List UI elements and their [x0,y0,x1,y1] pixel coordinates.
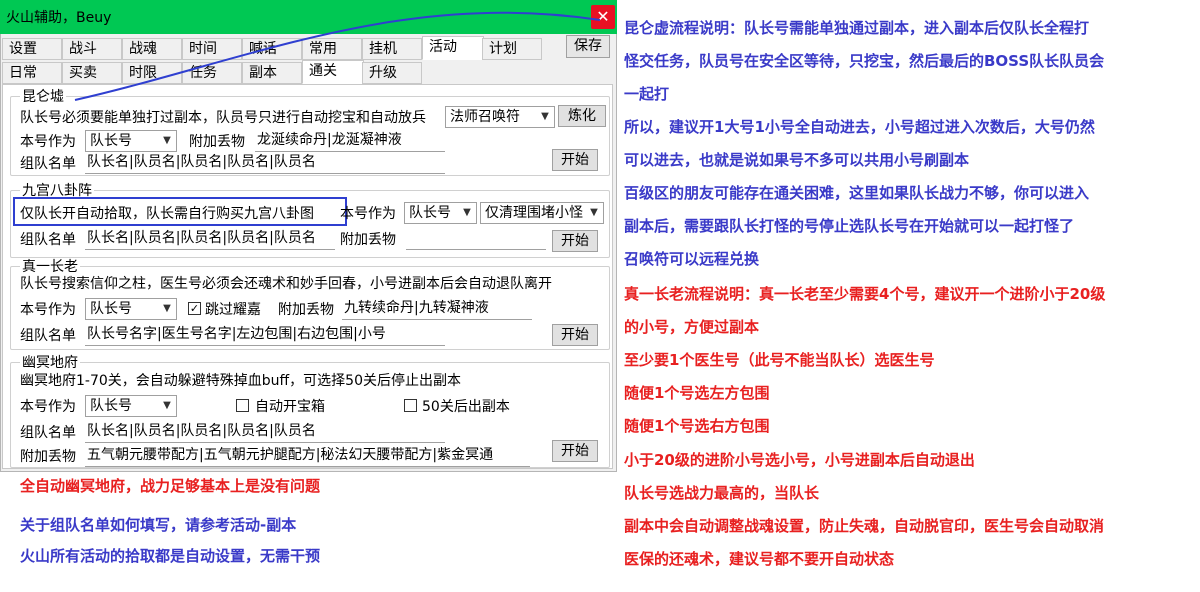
jiugong-role-select[interactable]: 队长号 ▼ [404,202,477,224]
kunlun-extra-field[interactable]: 龙涎续命丹|龙涎凝神液 [255,130,445,152]
youming-extra-label: 附加丢物 [20,449,76,465]
left-note-2: 关于组队名单如何填写，请参考活动-副本 [20,516,297,534]
kunlun-desc: 队长号必须要能单独打过副本，队员号只进行自动挖宝和自动放兵 [20,110,426,126]
left-note-1: 全自动幽冥地府，战力足够基本上是没有问题 [20,477,321,495]
chevron-down-icon: ▼ [160,131,174,151]
annotation-arrow [74,11,601,101]
zhenyi-role-label: 本号作为 [20,302,76,318]
youming-stop50-label: 50关后出副本 [422,399,510,415]
group-label-zhenyi: 真一长老 [20,259,80,275]
right-note-2: 怪交任务，队员号在安全区等待，只挖宝，然后最后的BOSS队长队员会 [624,52,1105,70]
jiugong-start-button[interactable]: 开始 [552,230,598,252]
chevron-down-icon: ▼ [160,396,174,416]
zhenyi-team-field[interactable]: 队长号名字|医生号名字|左边包围|右边包围|小号 [85,324,445,346]
jiugong-team-field[interactable]: 队长名|队员名|队员名|队员名|队员名 [85,228,335,250]
right-note-5: 可以进去，也就是说如果号不多可以共用小号刷副本 [624,151,970,169]
right-note-13: 随便1个号选右方包围 [624,417,770,435]
youming-team-field[interactable]: 队长名|队员名|队员名|队员名|队员名 [85,421,445,443]
annotation-box [13,197,347,226]
left-note-3: 火山所有活动的拾取都是自动设置，无需干预 [20,547,321,565]
jiugong-role-value: 队长号 [409,205,451,221]
youming-auto-chest-label: 自动开宝箱 [255,399,325,415]
group-label-youming: 幽冥地府 [20,355,80,371]
youming-role-value: 队长号 [90,398,132,414]
right-note-1: 昆仑虚流程说明：队长号需能单独通过副本，进入副本后仅队长全程打 [624,19,1090,37]
right-note-14: 小于20级的进阶小号选小号，小号进副本后自动退出 [624,451,975,469]
right-note-8: 召唤符可以远程兑换 [624,250,760,268]
jiugong-mode-value: 仅清理围堵小怪 [485,205,583,221]
youming-start-button[interactable]: 开始 [552,440,598,462]
kunlun-role-select[interactable]: 队长号 ▼ [85,130,177,152]
youming-role-label: 本号作为 [20,399,76,415]
chevron-down-icon: ▼ [160,299,174,319]
zhenyi-extra-field[interactable]: 九转续命丹|九转凝神液 [342,298,532,320]
kunlun-role-label: 本号作为 [20,134,76,150]
zhenyi-skip-label: 跳过耀嘉 [205,302,261,318]
kunlun-start-button[interactable]: 开始 [552,149,598,171]
jiugong-mode-select[interactable]: 仅清理围堵小怪 ▼ [480,202,604,224]
jiugong-team-label: 组队名单 [20,232,76,248]
right-note-6: 百级区的朋友可能存在通关困难，这里如果队长战力不够，你可以进入 [624,184,1090,202]
youming-team-label: 组队名单 [20,425,76,441]
stop50-checkbox[interactable] [404,399,417,412]
jiugong-extra-field[interactable] [406,228,546,250]
zhenyi-role-select[interactable]: 队长号 ▼ [85,298,177,320]
jiugong-role-label: 本号作为 [340,206,396,222]
auto-chest-checkbox[interactable] [236,399,249,412]
right-note-16: 副本中会自动调整战魂设置，防止失魂，自动脱官印，医生号会自动取消 [624,517,1105,535]
zhenyi-desc: 队长号搜索信仰之柱，医生号必须会还魂术和妙手回春，小号进副本后会自动退队离开 [20,276,552,292]
right-note-10: 的小号，方便过副本 [624,318,760,336]
zhenyi-extra-label: 附加丢物 [278,302,334,318]
right-note-3: 一起打 [624,85,670,103]
kunlun-skill-value: 法师召唤符 [450,109,520,125]
right-note-9: 真一长老流程说明：真一长老至少需要4个号，建议开一个进阶小于20级 [624,285,1106,303]
kunlun-team-label: 组队名单 [20,156,76,172]
check-icon: ✓ [189,302,200,315]
right-note-12: 随便1个号选左方包围 [624,384,770,402]
kunlun-team-field[interactable]: 队长名|队员名|队员名|队员名|队员名 [85,152,445,174]
right-note-15: 队长号选战力最高的，当队长 [624,484,820,502]
right-note-11: 至少要1个医生号（此号不能当队长）选医生号 [624,351,935,369]
chevron-down-icon: ▼ [460,203,474,223]
kunlun-role-value: 队长号 [90,133,132,149]
right-note-4: 所以，建议开1大号1小号全自动进去，小号超过进入次数后，大号仍然 [624,118,1095,136]
jiugong-extra-label: 附加丢物 [340,232,396,248]
zhenyi-role-value: 队长号 [90,301,132,317]
skip-checkbox[interactable]: ✓ [188,302,201,315]
right-note-17: 医保的还魂术，建议号都不要开自动状态 [624,550,895,568]
chevron-down-icon: ▼ [587,203,601,223]
zhenyi-team-label: 组队名单 [20,328,76,344]
right-note-7: 副本后，需要跟队长打怪的号停止选队长号在开始就可以一起打怪了 [624,217,1075,235]
youming-desc: 幽冥地府1-70关，会自动躲避特殊掉血buff，可选择50关后停止出副本 [20,373,461,389]
youming-extra-field[interactable]: 五气朝元腰带配方|五气朝元护腿配方|秘法幻天腰带配方|紫金冥通 [85,445,530,467]
zhenyi-start-button[interactable]: 开始 [552,324,598,346]
chevron-down-icon: ▼ [538,107,552,127]
kunlun-extra-label: 附加丢物 [189,134,245,150]
youming-role-select[interactable]: 队长号 ▼ [85,395,177,417]
